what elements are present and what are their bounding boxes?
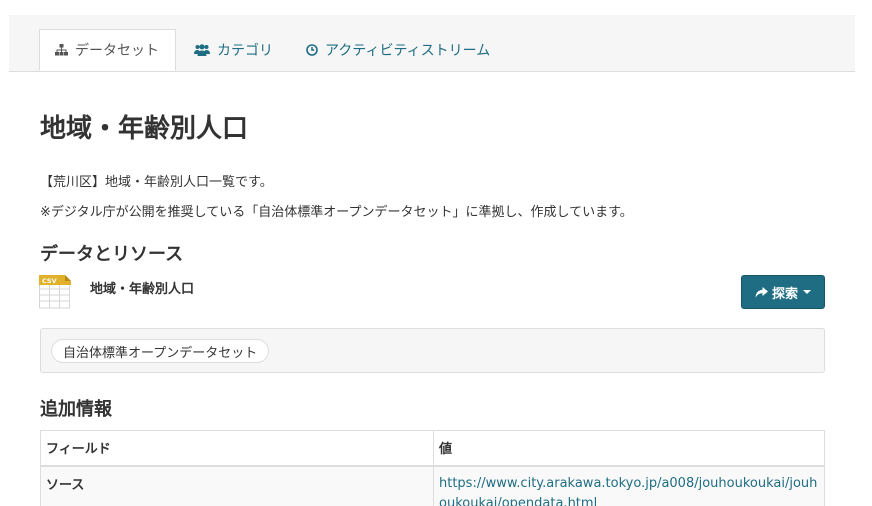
clock-icon [306,44,318,56]
dataset-description: 【荒川区】地域・年齢別人口一覧です。 [40,175,273,190]
tab-label: カテゴリ [217,43,273,59]
tag-list: 自治体標準オープンデータセット [40,328,825,373]
share-icon [755,286,768,298]
explore-label: 探索 [771,286,798,302]
table-header-row: フィールド 値 [40,430,825,467]
tab-label: データセット [75,43,159,59]
users-icon [194,44,210,56]
explore-button[interactable]: 探索 [741,275,825,309]
csv-format-label: CSV [42,277,57,285]
column-header-value: 値 [433,430,825,467]
caret-down-icon [803,290,811,294]
dataset-compliance-note: ※デジタル庁が公開を推奨している「自治体標準オープンデータセット」に準拠し、作成… [40,205,633,220]
resource-title-link[interactable]: 地域・年齢別人口 [90,278,194,297]
sitemap-icon [55,44,68,56]
resource-item[interactable]: CSV 地域・年齢別人口 探索 [39,275,825,315]
column-header-field: フィールド [40,430,434,467]
field-cell: ソース [40,465,434,506]
page-title: 地域・年齢別人口 [40,114,249,144]
table-row: ソース https://www.city.arakawa.tokyo.jp/a0… [40,465,825,506]
csv-file-icon: CSV [39,275,71,309]
dataset-page: データセット カテゴリ アクティビティストリーム 地域・年齢別人口 【荒川区】地… [0,0,872,506]
tab-label: アクティビティストリーム [325,43,491,59]
source-link[interactable]: https://www.city.arakawa.tokyo.jp/a008/j… [439,476,817,506]
value-cell: https://www.city.arakawa.tokyo.jp/a008/j… [433,465,825,506]
tab-category[interactable]: カテゴリ [194,29,273,71]
additional-info-table: フィールド 値 ソース https://www.city.arakawa.tok… [40,430,825,506]
tag-item[interactable]: 自治体標準オープンデータセット [51,339,270,363]
tab-activity-stream[interactable]: アクティビティストリーム [306,29,490,71]
dataset-tabs: データセット カテゴリ アクティビティストリーム [9,15,855,72]
resources-heading: データとリソース [40,244,184,265]
tab-dataset[interactable]: データセット [39,29,176,71]
additional-info-heading: 追加情報 [40,399,112,420]
